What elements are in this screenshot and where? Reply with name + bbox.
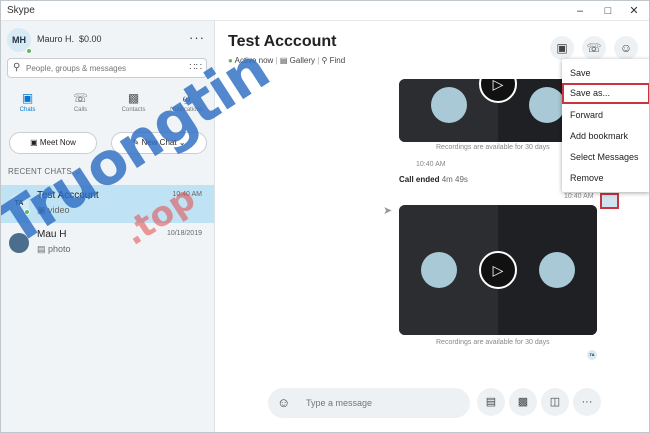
message-options-button[interactable] xyxy=(600,193,619,209)
search-icon: ⚲ xyxy=(13,62,21,73)
call-duration: 4m 49s xyxy=(441,175,468,184)
message-composer[interactable]: ☺ xyxy=(268,388,470,418)
gallery-icon[interactable]: ▤ xyxy=(477,388,505,416)
gallery-link[interactable]: ▤ Gallery xyxy=(280,56,315,65)
contacts-card-icon[interactable]: ▩ xyxy=(509,388,537,416)
recording-note: Recordings are available for 30 days xyxy=(436,144,550,151)
video-message[interactable]: ▷ xyxy=(399,205,597,335)
more-options-icon[interactable]: ··· xyxy=(189,30,205,45)
menu-item-forward[interactable]: Forward xyxy=(562,105,649,126)
profile-name: Mauro H. xyxy=(37,34,75,44)
menu-item-remove[interactable]: Remove xyxy=(562,168,649,189)
read-receipt-avatar: TA xyxy=(587,350,597,360)
search-box[interactable]: ⚲ ∷∷ xyxy=(7,58,207,78)
conversation-pane: Test Acccount ● Active now | ▤ Gallery |… xyxy=(216,21,649,432)
message-time: 10:40 AM xyxy=(564,193,594,200)
audio-call-icon[interactable]: ☏ xyxy=(582,36,606,60)
tab-calls-label: Calls xyxy=(73,107,88,113)
tab-chats[interactable]: ▣ Chats xyxy=(1,91,54,121)
video-camera-icon: ▣ xyxy=(30,138,38,147)
video-call-icon[interactable]: ▣ xyxy=(550,36,574,60)
chat-bubble-icon: ▣ xyxy=(21,91,34,105)
window-title: Skype xyxy=(7,5,35,16)
gallery-label: Gallery xyxy=(289,56,315,65)
play-icon[interactable]: ▷ xyxy=(479,251,517,289)
message-context-menu: Save Save as... Forward Add bookmark Sel… xyxy=(562,59,649,192)
minimize-icon[interactable]: – xyxy=(569,3,591,19)
message-time: 10:40 AM xyxy=(416,161,446,168)
maximize-icon[interactable]: □ xyxy=(597,3,619,19)
forward-icon[interactable]: ➤ xyxy=(383,204,392,217)
recording-note: Recordings are available for 30 days xyxy=(436,339,550,346)
gallery-icon: ▤ xyxy=(279,56,288,65)
phone-icon: ☏ xyxy=(72,91,88,105)
participant-avatar xyxy=(539,252,575,288)
close-icon[interactable]: ✕ xyxy=(623,3,645,19)
profile-info[interactable]: Mauro H. $0.00 xyxy=(37,34,102,44)
more-options-icon[interactable]: ··· xyxy=(573,388,601,416)
add-people-icon[interactable]: ☺ xyxy=(614,36,638,60)
chat-preview-text: photo xyxy=(48,244,71,254)
menu-item-add-bookmark[interactable]: Add bookmark xyxy=(562,126,649,147)
call-ended-message: Call ended 4m 49s xyxy=(399,175,468,184)
files-icon[interactable]: ◫ xyxy=(541,388,569,416)
profile-balance: $0.00 xyxy=(79,34,102,44)
online-status-dot xyxy=(26,48,32,54)
title-bar: Skype – □ ✕ xyxy=(1,1,649,21)
participant-avatar xyxy=(431,87,467,123)
call-ended-label: Call ended xyxy=(399,175,440,184)
tab-chats-label: Chats xyxy=(19,107,36,113)
emoji-icon[interactable]: ☺ xyxy=(277,395,290,410)
menu-item-save-as[interactable]: Save as... xyxy=(562,83,649,104)
menu-item-select-messages[interactable]: Select Messages xyxy=(562,147,649,168)
find-link[interactable]: ⚲ Find xyxy=(322,56,346,65)
message-input[interactable] xyxy=(306,396,456,410)
find-label: Find xyxy=(329,56,346,65)
skype-window: Skype – □ ✕ MH Mauro H. $0.00 ··· ⚲ ∷∷ ▣… xyxy=(0,0,650,433)
menu-item-save[interactable]: Save xyxy=(562,63,649,84)
search-icon: ⚲ xyxy=(321,56,328,65)
participant-avatar xyxy=(421,252,457,288)
participant-avatar xyxy=(529,87,565,123)
search-input[interactable] xyxy=(26,61,176,75)
tab-calls[interactable]: ☏ Calls xyxy=(54,91,107,121)
